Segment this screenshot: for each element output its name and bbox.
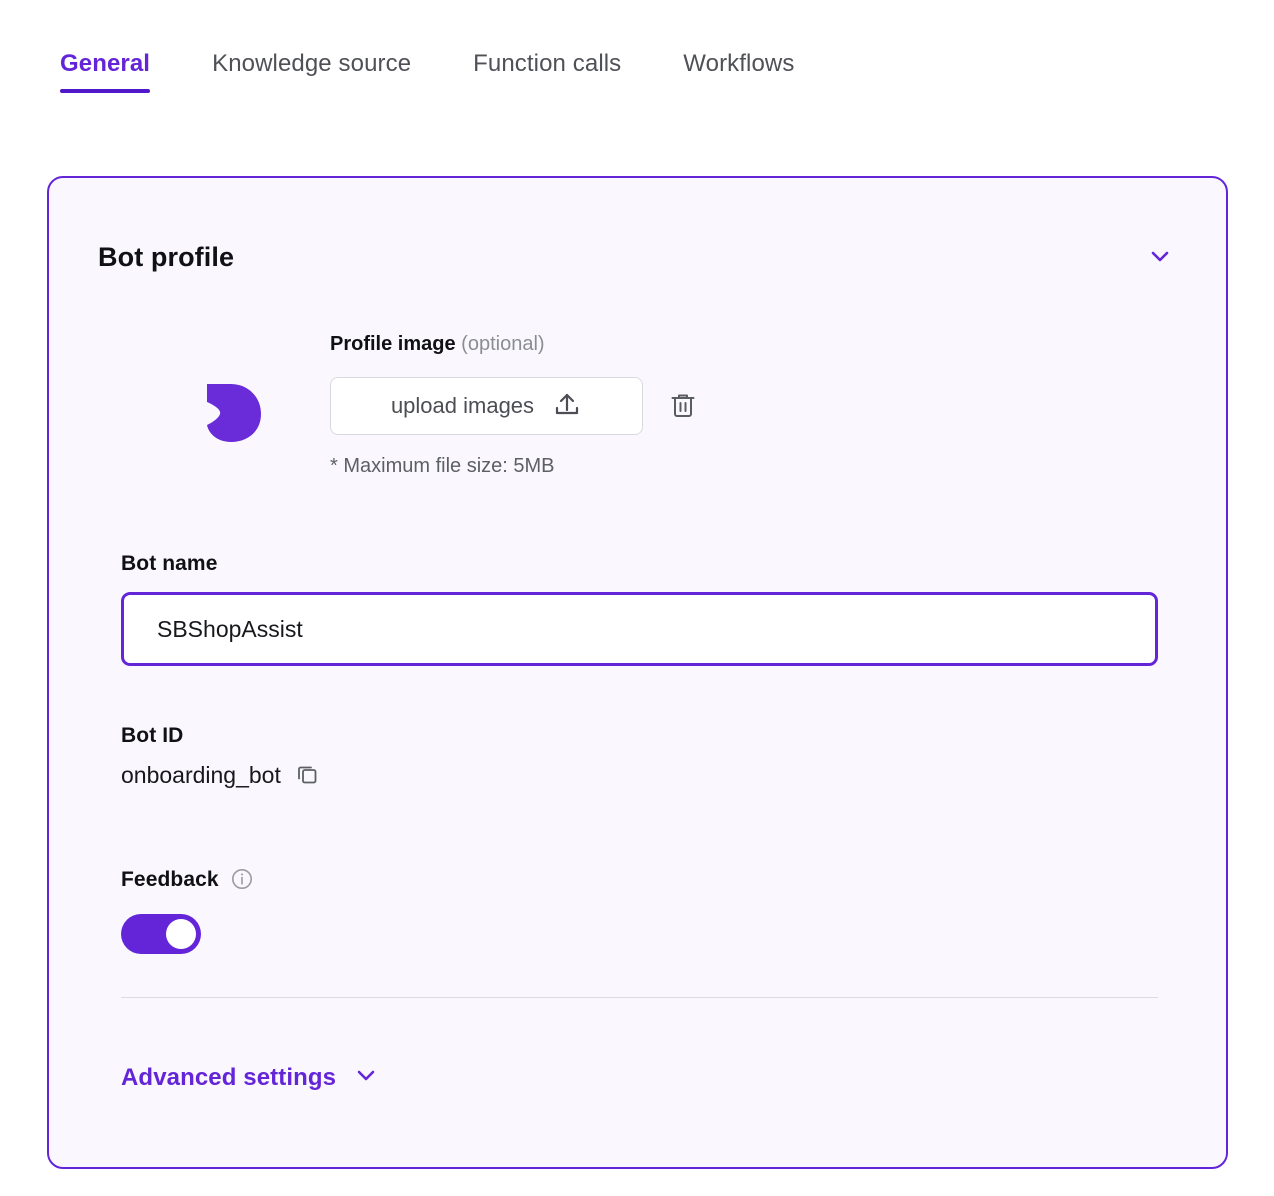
upload-images-label: upload images (391, 393, 534, 419)
bot-avatar-logo-icon (201, 432, 265, 449)
bot-name-field-group: Bot name (121, 552, 1154, 666)
advanced-settings-label: Advanced settings (121, 1064, 336, 1092)
bot-id-label: Bot ID (121, 724, 320, 748)
info-icon (231, 868, 253, 893)
upload-controls: upload images (330, 377, 701, 435)
feedback-toggle-knob (166, 919, 196, 949)
bot-name-input[interactable] (121, 592, 1158, 666)
feedback-label: Feedback (121, 868, 219, 892)
bot-id-field-group: Bot ID onboarding_bot (121, 724, 320, 789)
tab-general[interactable]: General (60, 50, 150, 102)
profile-image-label-text: Profile image (330, 333, 456, 355)
feedback-info-button[interactable] (231, 869, 253, 891)
feedback-label-row: Feedback (121, 868, 253, 892)
trash-icon (668, 390, 698, 423)
avatar (201, 381, 265, 445)
section-divider (121, 997, 1158, 998)
bot-id-value-row: onboarding_bot (121, 762, 320, 789)
feedback-field-group: Feedback (121, 868, 253, 954)
bot-name-label: Bot name (121, 552, 1154, 576)
delete-image-button[interactable] (665, 388, 701, 424)
tab-bar: General Knowledge source Function calls … (60, 50, 794, 102)
page-title: Bot profile (98, 242, 234, 273)
advanced-settings-toggle[interactable]: Advanced settings (121, 1062, 379, 1093)
upload-icon (552, 390, 582, 423)
card-header: Bot profile (98, 240, 1177, 274)
tab-function-calls[interactable]: Function calls (473, 50, 621, 102)
tab-knowledge-source[interactable]: Knowledge source (212, 50, 411, 102)
collapse-card-button[interactable] (1143, 240, 1177, 274)
bot-settings-page: General Knowledge source Function calls … (0, 0, 1274, 1196)
chevron-down-icon (1146, 242, 1174, 273)
copy-bot-id-button[interactable] (294, 763, 320, 789)
tab-workflows-label: Workflows (683, 50, 794, 77)
upload-images-button[interactable]: upload images (330, 377, 643, 435)
copy-icon (295, 762, 319, 789)
tab-function-calls-label: Function calls (473, 50, 621, 77)
bot-id-value: onboarding_bot (121, 762, 281, 789)
profile-image-optional-text: (optional) (461, 333, 544, 355)
tab-workflows[interactable]: Workflows (683, 50, 794, 102)
feedback-toggle[interactable] (121, 914, 201, 954)
chevron-down-icon (353, 1062, 379, 1093)
profile-image-label: Profile image (optional) (330, 333, 545, 356)
bot-profile-card: Bot profile Profile image (optional) (47, 176, 1228, 1169)
tab-general-label: General (60, 50, 150, 77)
max-file-size-hint: * Maximum file size: 5MB (330, 455, 555, 478)
tab-knowledge-source-label: Knowledge source (212, 50, 411, 77)
